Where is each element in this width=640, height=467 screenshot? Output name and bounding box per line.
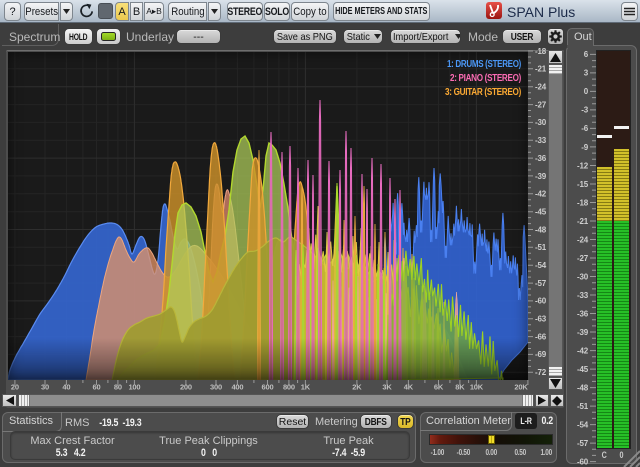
svg-text:1: DRUMS (STEREO): 1: DRUMS (STEREO) <box>447 58 521 70</box>
svg-text:-36: -36 <box>577 309 589 318</box>
svg-text:-57: -57 <box>535 279 547 288</box>
svg-text:-39: -39 <box>535 172 547 181</box>
svg-text:10K: 10K <box>470 383 484 392</box>
svg-text:-27: -27 <box>577 254 589 263</box>
svg-text:300: 300 <box>210 383 222 392</box>
svg-text:-48: -48 <box>535 225 547 234</box>
svg-text:3: GUITAR (STEREO): 3: GUITAR (STEREO) <box>445 86 521 98</box>
svg-text:-15: -15 <box>577 180 589 189</box>
svg-text:-21: -21 <box>577 217 589 226</box>
svg-text:-60: -60 <box>535 297 547 306</box>
svg-text:20K: 20K <box>514 383 528 392</box>
svg-text:3: 3 <box>584 69 589 78</box>
svg-text:4K: 4K <box>404 383 414 392</box>
svg-text:2: PIANO (STEREO): 2: PIANO (STEREO) <box>450 72 521 84</box>
svg-text:-72: -72 <box>535 368 547 377</box>
svg-text:100: 100 <box>128 383 140 392</box>
svg-text:40: 40 <box>62 383 70 392</box>
svg-text:-63: -63 <box>535 315 547 324</box>
svg-text:-66: -66 <box>535 332 547 341</box>
svg-text:-30: -30 <box>535 118 547 127</box>
svg-text:-24: -24 <box>535 83 547 92</box>
svg-text:-45: -45 <box>577 365 589 374</box>
svg-text:-45: -45 <box>535 208 547 217</box>
svg-text:3K: 3K <box>382 383 392 392</box>
svg-text:-21: -21 <box>535 65 547 74</box>
svg-text:-24: -24 <box>577 235 589 244</box>
svg-text:-3: -3 <box>581 106 588 115</box>
svg-text:-12: -12 <box>577 161 589 170</box>
svg-text:6: 6 <box>584 50 589 59</box>
svg-text:0: 0 <box>584 87 589 96</box>
svg-text:-39: -39 <box>577 328 589 337</box>
svg-text:-18: -18 <box>577 198 589 207</box>
svg-text:400: 400 <box>231 383 243 392</box>
svg-text:-42: -42 <box>535 190 547 199</box>
svg-text:-33: -33 <box>535 136 547 145</box>
svg-text:800: 800 <box>283 383 295 392</box>
svg-text:-54: -54 <box>577 420 589 429</box>
svg-text:-6: -6 <box>581 124 588 133</box>
svg-text:60: 60 <box>93 383 101 392</box>
svg-text:-51: -51 <box>535 243 547 252</box>
svg-text:-36: -36 <box>535 154 547 163</box>
svg-text:-9: -9 <box>581 143 588 152</box>
svg-text:-69: -69 <box>535 350 547 359</box>
svg-text:30: 30 <box>41 383 49 392</box>
svg-text:-18: -18 <box>535 47 547 56</box>
svg-text:1K: 1K <box>301 383 311 392</box>
svg-text:200: 200 <box>180 383 192 392</box>
svg-text:600: 600 <box>262 383 274 392</box>
svg-text:-27: -27 <box>535 100 547 109</box>
svg-text:-30: -30 <box>577 272 589 281</box>
svg-text:8K: 8K <box>455 383 465 392</box>
svg-text:-57: -57 <box>577 439 589 448</box>
svg-text:2K: 2K <box>352 383 362 392</box>
svg-text:-48: -48 <box>577 383 589 392</box>
svg-text:-33: -33 <box>577 291 589 300</box>
svg-text:-51: -51 <box>577 402 589 411</box>
svg-text:6K: 6K <box>434 383 444 392</box>
svg-text:-54: -54 <box>535 261 547 270</box>
svg-text:-42: -42 <box>577 346 589 355</box>
svg-text:-60: -60 <box>577 457 589 466</box>
svg-text:80: 80 <box>114 383 122 392</box>
svg-text:20: 20 <box>11 383 19 392</box>
